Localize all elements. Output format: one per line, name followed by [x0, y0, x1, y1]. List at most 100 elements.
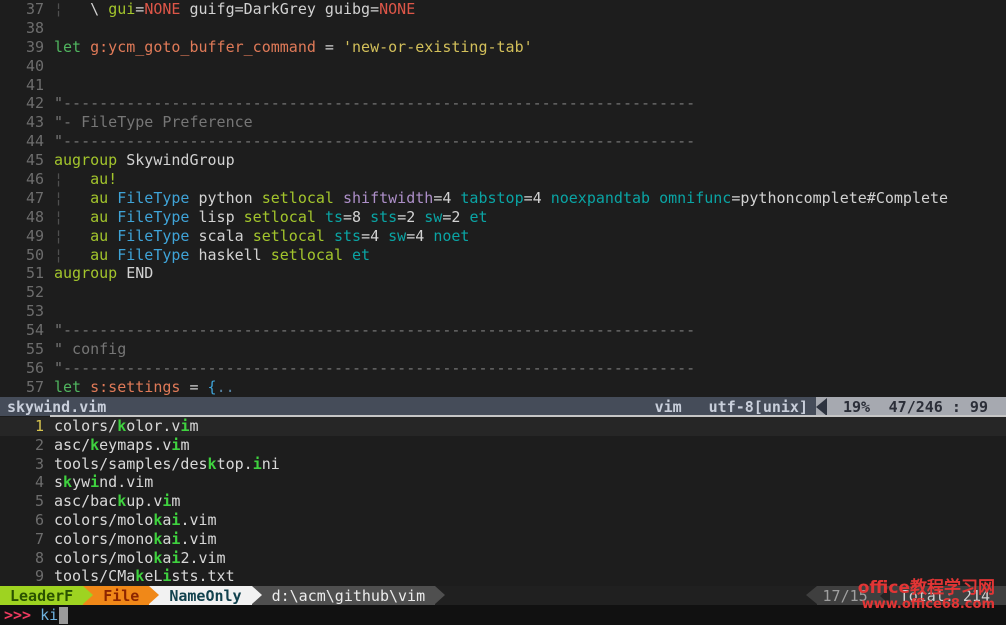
line-number: 53 — [0, 302, 44, 321]
result-number: 3 — [0, 455, 44, 474]
powerline-arrow-icon — [149, 586, 159, 605]
code-line[interactable]: 40 — [0, 57, 1006, 76]
result-number: 1 — [0, 417, 44, 436]
code-text: ¦ au! — [54, 170, 117, 189]
leaderf-cwd-label: d:\acm\github\vim — [272, 587, 426, 605]
line-number: 39 — [0, 38, 44, 57]
code-line[interactable]: 57let s:settings = {.. — [0, 378, 1006, 397]
code-line[interactable]: 53 — [0, 302, 1006, 321]
line-number: 47 — [0, 189, 44, 208]
file-row[interactable]: 6 colors/molokai.vim — [0, 511, 1006, 530]
code-line[interactable]: 41 — [0, 76, 1006, 95]
leaderf-category-segment: File — [93, 586, 149, 605]
statusline-right: vim utf-8[unix] 19% 47/246 : 99 — [655, 397, 1006, 416]
watermark-url: www.office68.com — [858, 598, 995, 613]
powerline-arrow-icon — [252, 586, 262, 605]
leaderf-label: LeaderF — [10, 587, 73, 605]
file-row[interactable]: 3tools/samples/desktop.ini — [0, 455, 1006, 474]
file-name: colors/molokai2.vim — [54, 549, 226, 568]
code-text: " config — [54, 340, 126, 359]
code-text: ¦ au FileType haskell setlocal et — [54, 246, 370, 265]
vim-window: 37¦ \ gui=NONE guifg=DarkGrey guibg=NONE… — [0, 0, 1006, 625]
line-number: 40 — [0, 57, 44, 76]
line-number: 46 — [0, 170, 44, 189]
code-line[interactable]: 49¦ au FileType scala setlocal sts=4 sw=… — [0, 227, 1006, 246]
line-number: 43 — [0, 113, 44, 132]
powerline-arrow-icon — [83, 586, 93, 605]
code-text: ¦ au FileType python setlocal shiftwidth… — [54, 189, 948, 208]
file-name: colors/monokai.vim — [54, 530, 217, 549]
file-row[interactable]: 5asc/backup.vim — [0, 492, 1006, 511]
line-number: 38 — [0, 19, 44, 38]
leaderf-matchmode-segment: NameOnly — [159, 586, 251, 605]
cursorline-strip — [50, 415, 1006, 417]
code-text: ¦ au FileType scala setlocal sts=4 sw=4 … — [54, 227, 469, 246]
leaderf-matchmode-label: NameOnly — [169, 587, 241, 605]
code-text: augroup END — [54, 264, 153, 283]
code-line[interactable]: 54 "-------------------------------------… — [0, 321, 1006, 340]
scroll-percent: 19% — [843, 398, 870, 416]
watermark-title: office教程学习网 — [858, 579, 995, 599]
statusline-encoding: utf-8[unix] — [709, 398, 808, 416]
result-number: 9 — [0, 567, 44, 586]
code-line[interactable]: 45augroup SkywindGroup — [0, 151, 1006, 170]
file-name: asc/backup.vim — [54, 492, 180, 511]
code-text: "---------------------------------------… — [54, 321, 695, 340]
file-name: skywind.vim — [54, 473, 153, 492]
line-number: 45 — [0, 151, 44, 170]
leaderf-file-list: 1colors/kolor.vim2asc/keymaps.vim3tools/… — [0, 417, 1006, 586]
code-line[interactable]: 52 — [0, 283, 1006, 302]
line-number: 50 — [0, 246, 44, 265]
code-line[interactable]: 51 augroup END — [0, 264, 1006, 283]
leaderf-statusbar: LeaderF File NameOnly d:\acm\github\vim … — [0, 586, 1006, 605]
file-name: asc/keymaps.vim — [54, 436, 189, 455]
file-name: colors/kolor.vim — [54, 417, 199, 436]
file-name: tools/CMakeLists.txt — [54, 567, 235, 586]
leaderf-mode-segment: LeaderF — [0, 586, 83, 605]
file-row[interactable]: 2asc/keymaps.vim — [0, 436, 1006, 455]
code-line[interactable]: 47 ¦ au FileType python setlocal shiftwid… — [0, 189, 1006, 208]
line-number: 44 — [0, 132, 44, 151]
code-line[interactable]: 43"- FileType Preference — [0, 113, 1006, 132]
statusline-filename: skywind.vim — [7, 398, 106, 416]
text-cursor — [59, 607, 68, 624]
code-line[interactable]: 37¦ \ gui=NONE guifg=DarkGrey guibg=NONE — [0, 0, 1006, 19]
line-number: 48 — [0, 208, 44, 227]
code-text: "---------------------------------------… — [54, 359, 695, 378]
line-number: 41 — [0, 76, 44, 95]
line-number: 54 — [0, 321, 44, 340]
code-line[interactable]: 38 — [0, 19, 1006, 38]
code-text: let g:ycm_goto_buffer_command = 'new-or-… — [54, 38, 533, 57]
line-number: 51 — [0, 264, 44, 283]
code-text: "---------------------------------------… — [54, 132, 695, 151]
code-line[interactable]: 48 ¦ au FileType lisp setlocal ts=8 sts=2… — [0, 208, 1006, 227]
watermark: office教程学习网 www.office68.com — [858, 579, 995, 613]
file-row[interactable]: 4skywind.vim — [0, 473, 1006, 492]
line-number: 57 — [0, 378, 44, 397]
result-number: 8 — [0, 549, 44, 568]
file-row[interactable]: 7colors/monokai.vim — [0, 530, 1006, 549]
file-row[interactable]: 9 tools/CMakeLists.txt — [0, 567, 1006, 586]
file-row[interactable]: 8 colors/molokai2.vim — [0, 549, 1006, 568]
code-line[interactable]: 42"-------------------------------------… — [0, 94, 1006, 113]
file-name: colors/molokai.vim — [54, 511, 217, 530]
prompt-icon: >>> — [4, 606, 31, 624]
code-line[interactable]: 56 "-------------------------------------… — [0, 359, 1006, 378]
code-area[interactable]: 37¦ \ gui=NONE guifg=DarkGrey guibg=NONE… — [0, 0, 1006, 397]
code-line[interactable]: 46 ¦ au! — [0, 170, 1006, 189]
leaderf-input-line[interactable]: >>> ki — [0, 605, 1006, 625]
line-number: 42 — [0, 94, 44, 113]
line-number: 56 — [0, 359, 44, 378]
code-text: ¦ \ gui=NONE guifg=DarkGrey guibg=NONE — [54, 0, 415, 19]
leaderf-category-label: File — [103, 587, 139, 605]
search-query[interactable]: ki — [40, 606, 58, 624]
result-number: 6 — [0, 511, 44, 530]
code-line[interactable]: 50 ¦ au FileType haskell setlocal et — [0, 246, 1006, 265]
vim-statusline: skywind.vim vim utf-8[unix] 19% 47/246 :… — [0, 397, 1006, 416]
code-line[interactable]: 44 "-------------------------------------… — [0, 132, 1006, 151]
code-line[interactable]: 39 let g:ycm_goto_buffer_command = 'new-o… — [0, 38, 1006, 57]
file-row[interactable]: 1 colors/kolor.vim — [0, 417, 1006, 436]
code-line[interactable]: 55" config — [0, 340, 1006, 359]
cursor-position: 47/246 : 99 — [889, 398, 988, 416]
code-text: ¦ au FileType lisp setlocal ts=8 sts=2 s… — [54, 208, 488, 227]
